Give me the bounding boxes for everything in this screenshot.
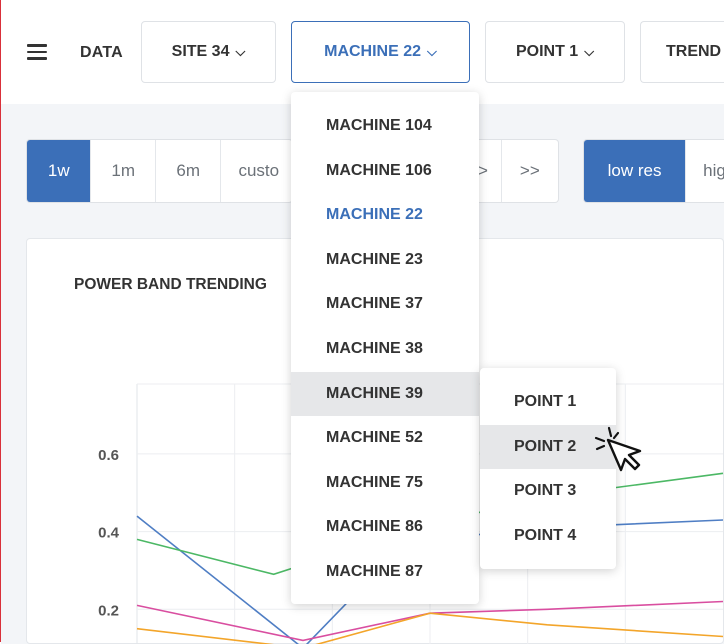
machine-menu-item[interactable]: MACHINE 75 — [291, 461, 479, 505]
point-menu-item[interactable]: POINT 4 — [480, 514, 616, 558]
pointer-cursor-icon — [594, 426, 642, 472]
machine-menu-item[interactable]: MACHINE 52 — [291, 416, 479, 460]
y-tick-label: 0.2 — [98, 602, 119, 619]
machine-dropdown-menu: MACHINE 104 MACHINE 106 MACHINE 22 MACHINE … — [291, 92, 479, 604]
machine-menu-item[interactable]: MACHINE 38 — [291, 327, 479, 371]
machine-menu-item[interactable]: MACHINE 22 — [291, 193, 479, 237]
machine-menu-item[interactable]: MACHINE 87 — [291, 550, 479, 594]
y-tick-label: 0.6 — [98, 447, 119, 464]
machine-menu-item[interactable]: MACHINE 104 — [291, 104, 479, 148]
machine-menu-item[interactable]: MACHINE 106 — [291, 149, 479, 193]
machine-menu-item[interactable]: MACHINE 37 — [291, 282, 479, 326]
y-tick-label: 0.4 — [98, 525, 120, 542]
point-menu-item[interactable]: POINT 1 — [480, 380, 616, 424]
machine-menu-item[interactable]: MACHINE 39 — [291, 371, 479, 416]
machine-menu-item[interactable]: MACHINE 86 — [291, 505, 479, 549]
machine-menu-item[interactable]: MACHINE 23 — [291, 238, 479, 282]
